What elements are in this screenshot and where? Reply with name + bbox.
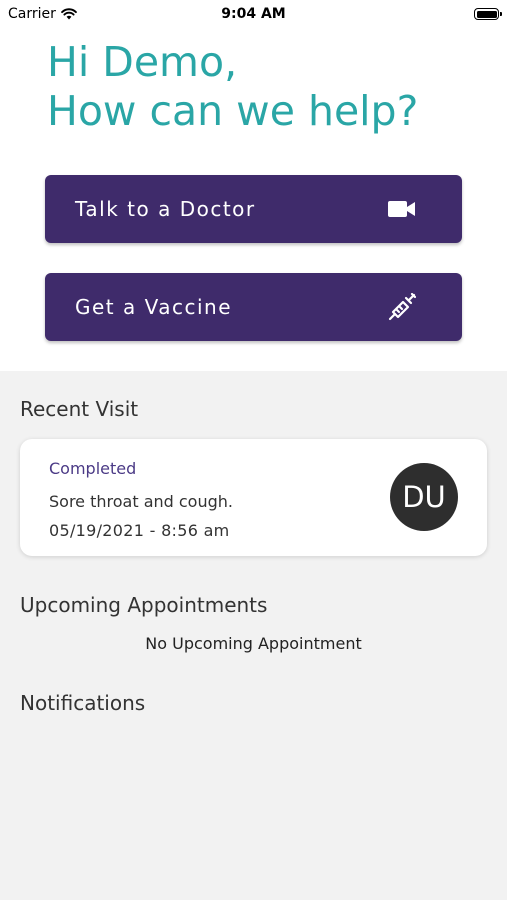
greeting-line-1: Hi Demo, [47, 38, 238, 86]
greeting-title: Hi Demo, How can we help? [47, 38, 418, 136]
visit-reason: Sore throat and cough. [49, 492, 233, 511]
get-vaccine-label: Get a Vaccine [75, 295, 233, 319]
visit-datetime: 05/19/2021 - 8:56 am [49, 521, 230, 540]
upcoming-appointments-heading: Upcoming Appointments [20, 593, 268, 617]
syringe-icon [388, 293, 416, 321]
get-vaccine-button[interactable]: Get a Vaccine [45, 273, 462, 341]
notifications-heading: Notifications [20, 691, 146, 715]
greeting-line-2: How can we help? [47, 87, 419, 135]
recent-visit-card[interactable]: Completed Sore throat and cough. 05/19/2… [20, 439, 487, 556]
status-bar: Carrier 9:04 AM [0, 0, 507, 30]
talk-to-doctor-button[interactable]: Talk to a Doctor [45, 175, 462, 243]
avatar: DU [390, 463, 458, 531]
header-section: Carrier 9:04 AM Hi Demo, How can we help… [0, 0, 507, 371]
recent-visit-heading: Recent Visit [20, 397, 139, 421]
video-camera-icon [388, 200, 416, 218]
battery-icon [474, 8, 502, 20]
visit-status: Completed [49, 459, 137, 478]
status-time: 9:04 AM [221, 6, 286, 22]
talk-to-doctor-label: Talk to a Doctor [75, 197, 256, 221]
no-appointments-message: No Upcoming Appointment [145, 634, 362, 653]
